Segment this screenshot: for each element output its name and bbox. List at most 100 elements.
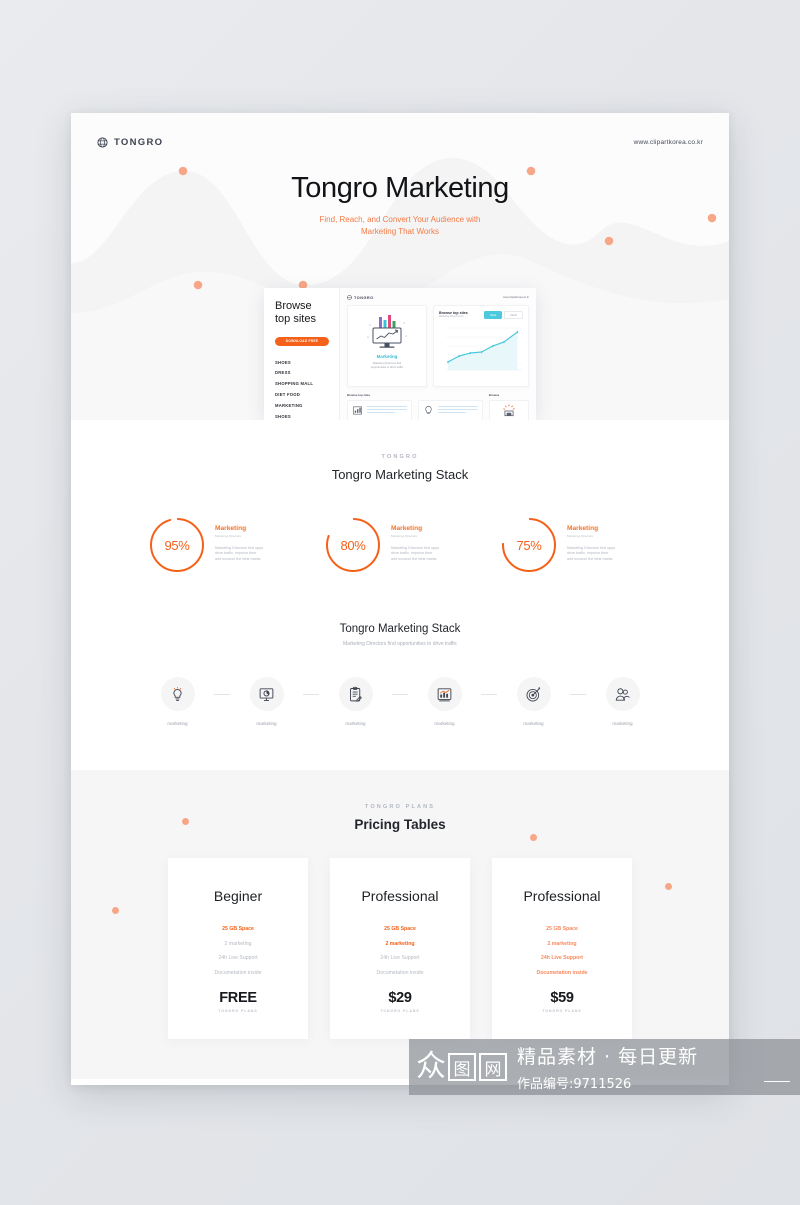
progress-item-subtitle: Marketing Directors: [215, 533, 242, 538]
mockup-text-lines: [437, 406, 478, 415]
plan-price: $59: [550, 989, 574, 1006]
plan-feature: 24h Live Support: [218, 955, 258, 961]
desc-line-3: and uncover the best marks: [567, 557, 613, 562]
plan-features: 25 GB Space 2 marketing 24h Live Support…: [182, 926, 294, 976]
monitor-chart-illustration: [354, 313, 420, 351]
process-step[interactable]: marketing: [141, 677, 214, 726]
mockup-card-title: Marketing: [376, 354, 398, 359]
pricing-card[interactable]: Professional 25 GB Space 2 marketing 24h…: [330, 858, 470, 1039]
plan-features: 25 GB Space 2 marketing 24h Live Support…: [344, 926, 456, 976]
process-step[interactable]: marketing: [497, 677, 570, 726]
process-step[interactable]: marketing: [319, 677, 392, 726]
plan-label: TONGRO PLANS: [218, 1008, 258, 1013]
pricing-card[interactable]: Beginer 25 GB Space 2 marketing 24h Live…: [168, 858, 308, 1039]
step-connector: [303, 694, 319, 695]
process-step[interactable]: marketing: [408, 677, 481, 726]
globe-icon: [347, 295, 352, 300]
plan-feature: 25 GB Space: [222, 926, 254, 932]
lightbulb-icon: [425, 406, 432, 415]
browser-mockup: Browse top sites DOWNLOAD FREE SHOES DRE…: [264, 288, 536, 420]
mockup-nav-item[interactable]: DRESS: [275, 368, 329, 379]
plan-price: $29: [388, 989, 412, 1006]
site-url[interactable]: www.clipartkorea.co.kr: [634, 139, 703, 146]
mockup-chart-card: Browse top sites Marketing Directors fin…: [433, 305, 529, 387]
mockup-content: TONGRO www.clipartkorea.co.kr Marketing …: [340, 288, 536, 420]
decor-dot: [182, 818, 189, 825]
hero-subtitle: Find, Reach, and Convert Your Audience w…: [71, 214, 729, 239]
step-connector: [392, 694, 408, 695]
brand-name: TONGRO: [114, 137, 164, 148]
step-icon-wrap: [605, 677, 640, 711]
progress-text: Marketing Marketing Directors Marketing …: [567, 516, 615, 563]
progress-item-desc: Marketing Directors find oppo drive traf…: [567, 546, 615, 564]
mockup-nav-item[interactable]: DIET FOOD: [275, 389, 329, 400]
mockup-cta-button[interactable]: DOWNLOAD FREE: [275, 336, 329, 346]
mockup-nav-item[interactable]: MARKETING: [275, 400, 329, 411]
clipboard-icon: [350, 686, 362, 702]
hero-subtitle-line1: Find, Reach, and Convert Your Audience w…: [319, 215, 481, 224]
step-icon-wrap: [160, 677, 195, 711]
step-icon-wrap: [427, 677, 462, 711]
mockup-bottom-card: [488, 399, 530, 420]
target-icon: [526, 686, 541, 701]
process-section: Tongro Marketing Stack Marketing Directo…: [71, 574, 729, 770]
hero-title: Tongro Marketing: [291, 172, 509, 204]
mockup-nav-list: SHOES DRESS SHOPPING MALL DIET FOOD MARK…: [275, 357, 329, 420]
watermark-logo-char: 网: [479, 1053, 507, 1081]
step-label: marketing: [523, 721, 544, 726]
mockup-bottom-left-title: Browse top sites: [347, 393, 371, 397]
mockup-tab-week[interactable]: Week: [484, 311, 503, 319]
watermark-tagline: 精品素材 · 每日更新: [517, 1046, 699, 1068]
progress-item: 75% Marketing Marketing Directors Market…: [500, 516, 652, 574]
decor-dot: [530, 834, 537, 841]
plan-feature: 25 GB Space: [384, 926, 416, 932]
mockup-sidebar-heading: Browse top sites: [275, 300, 329, 327]
mockup-chart-title: Browse top sites: [439, 311, 468, 315]
progress-circles: 95% Marketing Marketing Directors Market…: [71, 516, 729, 574]
page-card: TONGRO www.clipartkorea.co.kr Tongro Mar…: [71, 113, 729, 1085]
mockup-heading-line1: Browse: [275, 300, 312, 312]
progress-ring: 95%: [148, 516, 206, 574]
stack-eyebrow: TONGRO: [381, 454, 419, 460]
plan-feature: 2 marketing: [547, 940, 577, 947]
process-step[interactable]: marketing: [586, 677, 659, 726]
bar-chart-icon: [353, 406, 362, 415]
watermark-work-id: 作品编号:9711526: [517, 1077, 632, 1092]
watermark-dash: [764, 1080, 790, 1082]
mockup-nav-item[interactable]: SHOES: [275, 357, 329, 368]
step-label: marketing: [345, 721, 366, 726]
pricing-card[interactable]: Professional 25 GB Space 2 marketing 24h…: [492, 858, 632, 1039]
mockup-nav-item[interactable]: SHOES: [275, 411, 329, 420]
brand-logo[interactable]: TONGRO: [97, 137, 163, 148]
pricing-section: TONGRO PLANS Pricing Tables Beginer 25 G…: [71, 770, 729, 1079]
mockup-cta-label: DOWNLOAD FREE: [285, 339, 319, 344]
process-subtitle: Marketing Directors find opportunities t…: [342, 641, 458, 647]
hero-subtitle-line2: Marketing That Works: [361, 227, 439, 237]
mockup-chart-tabs: Week Month: [484, 311, 523, 319]
mockup-tab-month[interactable]: Month: [504, 311, 523, 319]
plan-name: Professional: [523, 888, 601, 904]
hero-copy: Tongro Marketing Find, Reach, and Conver…: [71, 172, 729, 239]
process-step[interactable]: marketing: [230, 677, 303, 726]
mockup-chart-subtitle: Marketing Directors find: [439, 316, 464, 318]
mockup-line-chart: [445, 327, 522, 371]
step-icon-wrap: [338, 677, 373, 711]
presentation-chart-icon: [259, 687, 274, 701]
plan-feature: 25 GB Space: [546, 926, 578, 932]
step-icon-wrap: [249, 677, 284, 711]
mockup-heading-line2: top sites: [275, 313, 316, 326]
mockup-bottom-right-title: Browse: [488, 393, 500, 397]
plan-price: FREE: [219, 989, 257, 1006]
mockup-text-lines: [367, 406, 407, 415]
progress-percent: 95%: [164, 537, 190, 553]
mockup-sidebar: Browse top sites DOWNLOAD FREE SHOES DRE…: [264, 288, 340, 420]
progress-item-desc: Marketing Directors find oppo drive traf…: [391, 546, 439, 564]
mockup-bottom-card: [417, 399, 483, 420]
mockup-card-desc-line2: opportunities to drive traffic: [370, 365, 404, 369]
progress-item: 80% Marketing Marketing Directors Market…: [324, 516, 476, 574]
mockup-nav-item[interactable]: SHOPPING MALL: [275, 378, 329, 389]
watermark-logo-char: 图: [448, 1053, 476, 1081]
process-steps: marketing marketing marketing marketing …: [71, 677, 729, 726]
hero-section: TONGRO www.clipartkorea.co.kr Tongro Mar…: [71, 113, 729, 420]
pricing-cards: Beginer 25 GB Space 2 marketing 24h Live…: [71, 858, 729, 1039]
